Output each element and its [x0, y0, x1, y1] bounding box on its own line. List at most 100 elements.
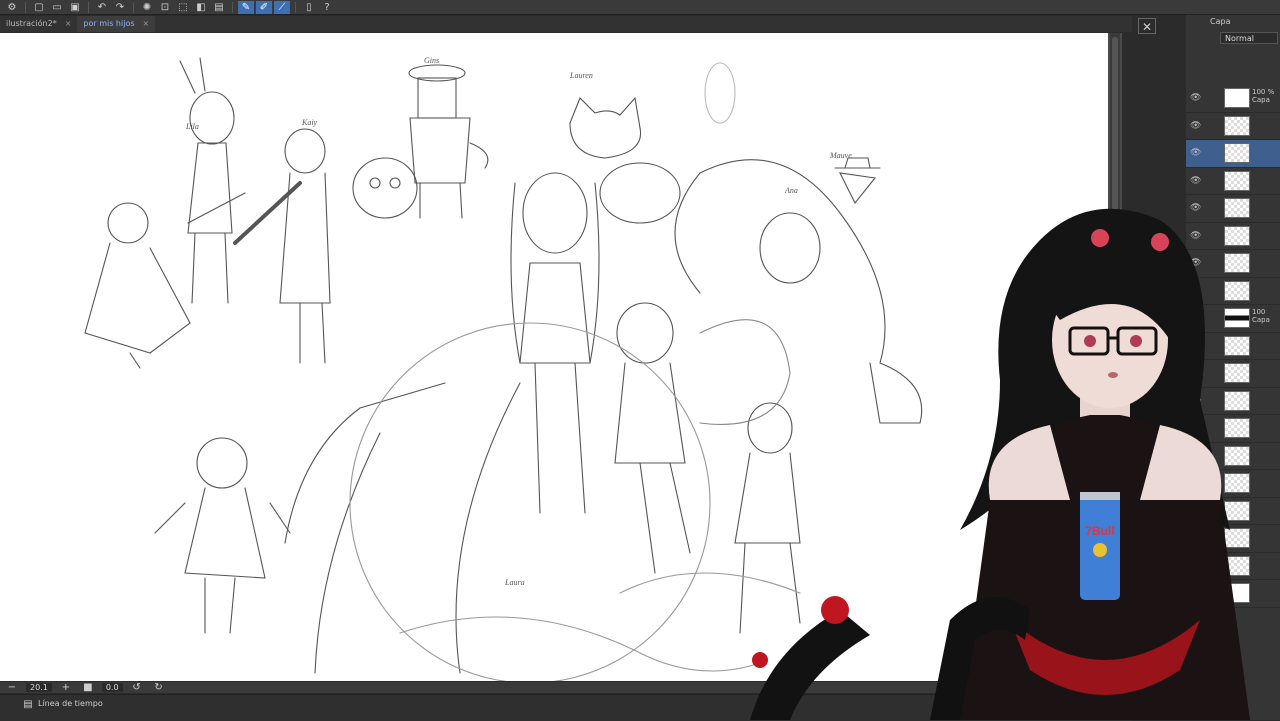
- drawing-canvas[interactable]: Lauren Ana Kaiy Gins Lila Mauve Laura: [0, 33, 1108, 681]
- eye-icon[interactable]: 👁: [1190, 313, 1201, 323]
- canvas-statusbar: − 20.1 + ■ 0.0 ↺ ↻: [0, 682, 1132, 693]
- eye-icon[interactable]: 👁: [1190, 506, 1201, 516]
- layer-row[interactable]: 👁: [1186, 333, 1280, 360]
- avatar-hair-ornament: [1151, 233, 1169, 251]
- scrollbar-thumb[interactable]: [1112, 37, 1118, 657]
- blend-mode-select[interactable]: Normal: [1220, 32, 1278, 44]
- eye-icon[interactable]: 👁: [1190, 203, 1201, 213]
- stop-icon[interactable]: ■: [80, 681, 96, 694]
- layer-row[interactable]: 👁: [1186, 250, 1280, 278]
- zoom-out-icon[interactable]: −: [4, 681, 20, 694]
- layer-row[interactable]: 👁: [1186, 223, 1280, 250]
- sketch-figure: [834, 157, 881, 205]
- eye-icon[interactable]: 👁: [1190, 396, 1201, 406]
- sketch-guide-circle: [349, 322, 711, 681]
- timeline-label: Línea de tiempo: [38, 699, 103, 708]
- canvas-name-label: Laura: [504, 578, 525, 587]
- eye-icon[interactable]: 👁: [1190, 423, 1201, 433]
- redo-icon[interactable]: ↷: [112, 1, 128, 14]
- layer-row[interactable]: 👁: [1186, 553, 1280, 580]
- loading-icon[interactable]: ✺: [139, 1, 155, 14]
- open-folder-icon[interactable]: ▭: [49, 1, 65, 14]
- sketch-line: [284, 382, 446, 544]
- layer-row[interactable]: 👁 100 % Capa: [1186, 85, 1280, 113]
- layer-info: 100 Capa: [1252, 308, 1270, 324]
- layer-row[interactable]: 👁 100 Capa: [1186, 305, 1280, 333]
- eye-icon[interactable]: 👁: [1190, 176, 1201, 186]
- layer-row[interactable]: 👁: [1186, 140, 1280, 168]
- sketch-figure: [455, 172, 600, 674]
- sketch-line: [699, 319, 791, 425]
- layer-row[interactable]: 👁: [1186, 525, 1280, 553]
- layer-row[interactable]: 👁: [1186, 113, 1280, 140]
- canvas-name-label: Kaiy: [301, 118, 318, 127]
- tab-label: por mis hijos: [83, 19, 135, 28]
- close-tab-icon[interactable]: ×: [143, 16, 150, 32]
- eye-icon[interactable]: 👁: [1190, 258, 1201, 268]
- layer-row[interactable]: 👁: [1186, 388, 1280, 415]
- layer-row[interactable]: 👁: [1186, 580, 1280, 608]
- layer-row[interactable]: 👁: [1186, 360, 1280, 388]
- rotate-right-icon[interactable]: ↻: [151, 681, 167, 694]
- rotation-angle[interactable]: 0.0: [101, 683, 123, 692]
- sketch-artwork: Lauren Ana Kaiy Gins Lila Mauve Laura: [84, 56, 923, 681]
- new-file-icon[interactable]: ▢: [31, 1, 47, 14]
- layer-row[interactable]: 👁: [1186, 195, 1280, 223]
- eye-icon[interactable]: 👁: [1190, 561, 1201, 571]
- layer-thumbnail: [1224, 170, 1250, 191]
- layer-thumbnail: [1224, 445, 1250, 466]
- timeline-icon[interactable]: ▤: [20, 698, 36, 711]
- layer-row[interactable]: 👁: [1186, 470, 1280, 498]
- tab-ilustracion2[interactable]: ilustración2* ×: [0, 16, 77, 32]
- eye-icon[interactable]: 👁: [1190, 148, 1201, 158]
- pen-icon[interactable]: ✎: [238, 0, 254, 14]
- layer-row[interactable]: 👁: [1186, 168, 1280, 195]
- gear-icon[interactable]: ⚙: [4, 1, 20, 14]
- layer-thumbnail: [1224, 88, 1250, 108]
- zoom-in-icon[interactable]: +: [58, 681, 74, 694]
- canvas-name-label: Lauren: [569, 71, 593, 80]
- eye-icon[interactable]: 👁: [1190, 121, 1201, 131]
- close-panel-button[interactable]: ✕: [1138, 18, 1156, 34]
- canvas-name-label: Ana: [784, 186, 798, 195]
- layer-thumbnail: [1224, 473, 1250, 493]
- layer-row[interactable]: 👁: [1186, 498, 1280, 525]
- eye-icon[interactable]: 👁: [1190, 286, 1201, 296]
- transform-icon[interactable]: ⊡: [157, 1, 173, 14]
- eye-icon[interactable]: 👁: [1190, 451, 1201, 461]
- zoom-level[interactable]: 20.1: [26, 683, 52, 692]
- help-icon[interactable]: ?: [319, 1, 335, 14]
- file-icon[interactable]: ▯: [301, 1, 317, 14]
- layer-thumbnail: [1224, 308, 1250, 328]
- layer-opacity: 100: [1252, 308, 1266, 316]
- eye-icon[interactable]: 👁: [1190, 93, 1201, 103]
- undo-icon[interactable]: ↶: [94, 1, 110, 14]
- tab-por-mis-hijos[interactable]: por mis hijos ×: [77, 16, 156, 32]
- eraser-icon[interactable]: ✐: [256, 0, 272, 14]
- rotate-left-icon[interactable]: ↺: [129, 681, 145, 694]
- layer-thumbnail: [1224, 528, 1250, 548]
- eye-icon[interactable]: 👁: [1190, 533, 1201, 543]
- layer-row[interactable]: 👁: [1186, 278, 1280, 305]
- eye-icon[interactable]: 👁: [1190, 588, 1201, 598]
- stroke-icon[interactable]: ⟋: [274, 0, 290, 14]
- layer-row[interactable]: 👁: [1186, 415, 1280, 443]
- layer-thumbnail: [1224, 555, 1250, 576]
- close-tab-icon[interactable]: ×: [65, 16, 72, 32]
- layer-thumbnail: [1224, 335, 1250, 356]
- ruler-icon[interactable]: ▤: [211, 1, 227, 14]
- eye-icon[interactable]: 👁: [1190, 231, 1201, 241]
- eye-icon[interactable]: 👁: [1190, 368, 1201, 378]
- sketch-figure: [704, 62, 736, 124]
- toolbar-separator: [133, 1, 134, 13]
- layer-thumbnail: [1224, 583, 1250, 603]
- canvas-scrollbar[interactable]: [1110, 33, 1120, 681]
- selection-icon[interactable]: ⬚: [175, 1, 191, 14]
- save-icon[interactable]: ▣: [67, 1, 83, 14]
- sketch-figure: [352, 157, 418, 219]
- canvas-name-label: Mauve: [829, 151, 852, 160]
- layer-row[interactable]: 👁: [1186, 443, 1280, 470]
- eye-icon[interactable]: 👁: [1190, 478, 1201, 488]
- brush-icon[interactable]: ◧: [193, 1, 209, 14]
- eye-icon[interactable]: 👁: [1190, 341, 1201, 351]
